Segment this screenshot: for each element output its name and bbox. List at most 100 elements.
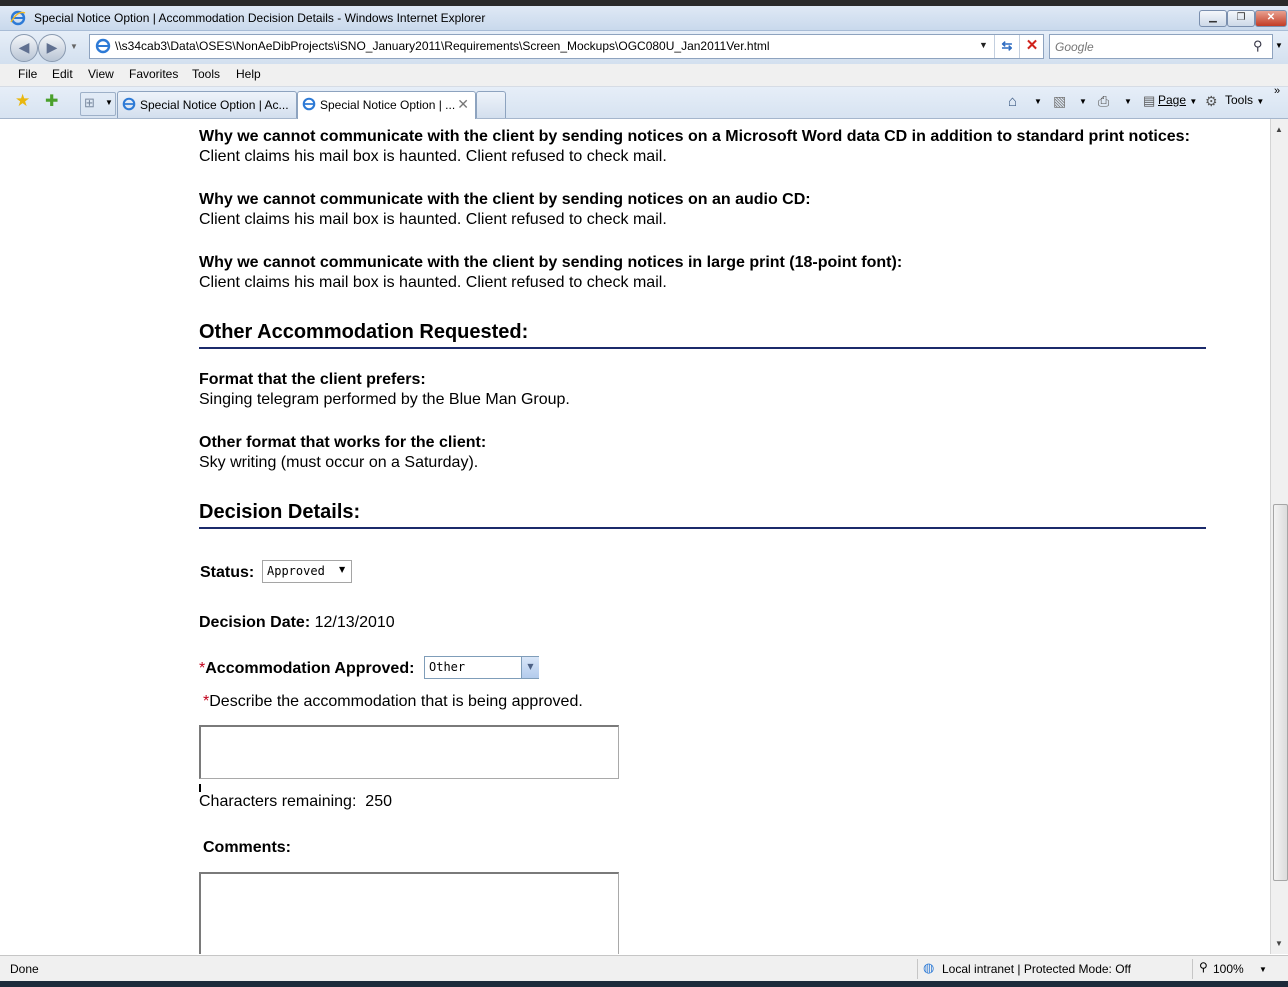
- recent-pages-chevron-icon[interactable]: ▼: [70, 42, 78, 51]
- accommodation-approved-label: Accommodation Approved:: [205, 660, 415, 677]
- ie-logo-icon: [10, 10, 26, 26]
- status-selected-value: Approved: [267, 564, 325, 578]
- section-divider: [199, 527, 1206, 529]
- scrollbar-thumb[interactable]: [1273, 504, 1288, 881]
- status-separator: [917, 959, 918, 979]
- print-icon[interactable]: ⎙: [1098, 93, 1109, 110]
- describe-accommodation-textarea[interactable]: [199, 725, 619, 779]
- favorites-star-icon[interactable]: ★: [15, 91, 30, 111]
- accommodation-approved-row: *Accommodation Approved:: [199, 660, 414, 678]
- stop-icon: ✕: [1025, 37, 1039, 54]
- refresh-icon: ⇆: [1001, 38, 1013, 53]
- vertical-scrollbar[interactable]: ▲ ▼: [1270, 119, 1288, 954]
- decision-date-label: Decision Date:: [199, 614, 311, 631]
- accommodation-approved-value: Other: [429, 660, 466, 674]
- characters-remaining-label: Characters remaining:: [199, 793, 357, 810]
- menu-bar: File Edit View Favorites Tools Help: [0, 64, 1288, 87]
- tools-menu-label: Tools: [1225, 93, 1254, 107]
- menu-favorites[interactable]: Favorites: [129, 67, 178, 81]
- menu-edit[interactable]: Edit: [52, 67, 73, 81]
- home-chevron-icon[interactable]: ▼: [1034, 97, 1042, 106]
- print-chevron-icon[interactable]: ▼: [1124, 97, 1132, 106]
- close-button[interactable]: ✕: [1255, 10, 1287, 27]
- feeds-chevron-icon[interactable]: ▼: [1079, 97, 1087, 106]
- menu-tools[interactable]: Tools: [192, 67, 220, 81]
- forward-button[interactable]: ▶: [38, 34, 66, 62]
- search-input[interactable]: Google ⚲: [1049, 34, 1273, 59]
- tab-accommodation-2[interactable]: Special Notice Option | ... ✕: [297, 91, 476, 119]
- tab-bar: ★ ✚ ⊞ ▼ Special Notice Option | Ac... Sp…: [0, 85, 1288, 119]
- tab-ie-icon: [302, 97, 316, 111]
- home-icon[interactable]: ⌂: [1008, 93, 1017, 110]
- add-favorite-icon[interactable]: ✚: [45, 91, 58, 111]
- security-zone-text: Local intranet | Protected Mode: Off: [942, 962, 1131, 976]
- refresh-button[interactable]: ⇆: [994, 35, 1019, 58]
- title-bar: Special Notice Option | Accommodation De…: [0, 6, 1288, 31]
- reason-large-print-question: Why we cannot communicate with the clien…: [199, 254, 903, 271]
- intranet-globe-icon: ◍: [923, 960, 935, 975]
- page-ie-icon: [95, 38, 111, 54]
- characters-remaining-row: Characters remaining: 250: [199, 793, 392, 811]
- zoom-chevron-icon[interactable]: ▼: [1259, 965, 1267, 974]
- search-options-chevron-icon[interactable]: ▼: [1275, 41, 1283, 50]
- stop-button[interactable]: ✕: [1019, 35, 1044, 58]
- chevron-down-icon: ▼: [339, 565, 346, 574]
- chevron-down-icon: ▼: [521, 657, 539, 678]
- zoom-level[interactable]: 100%: [1213, 962, 1244, 976]
- menu-view[interactable]: View: [88, 67, 114, 81]
- preferred-format-value: Singing telegram performed by the Blue M…: [199, 391, 570, 408]
- back-button[interactable]: ◀: [10, 34, 38, 62]
- decision-date-value: 12/13/2010: [314, 614, 395, 631]
- tab-label: Special Notice Option | ...: [320, 98, 456, 112]
- zoom-icon: ⚲: [1199, 960, 1208, 974]
- quick-tabs-button[interactable]: ⊞ ▼: [80, 92, 116, 116]
- tab-accommodation-1[interactable]: Special Notice Option | Ac...: [117, 91, 297, 118]
- page-content: Why we cannot communicate with the clien…: [0, 119, 1270, 954]
- describe-row: *Describe the accommodation that is bein…: [203, 693, 583, 711]
- quick-tabs-icon: ⊞: [84, 95, 95, 110]
- forward-arrow-icon: ▶: [46, 39, 58, 55]
- close-tab-icon[interactable]: ✕: [457, 96, 469, 113]
- scroll-up-arrow-icon[interactable]: ▲: [1275, 125, 1283, 134]
- address-field[interactable]: \\s34cab3\Data\OSES\NonAeDibProjects\iSN…: [89, 34, 1044, 59]
- accommodation-approved-select[interactable]: Other ▼: [424, 656, 539, 679]
- text-cursor: [199, 784, 201, 792]
- other-format-label: Other format that works for the client:: [199, 434, 487, 451]
- search-placeholder: Google: [1055, 40, 1094, 54]
- scroll-down-arrow-icon[interactable]: ▼: [1275, 939, 1283, 948]
- tab-ie-icon: [122, 97, 136, 111]
- more-commands-chevron-icon[interactable]: »: [1274, 85, 1280, 97]
- comments-label: Comments:: [203, 839, 292, 856]
- status-select[interactable]: Approved ▼: [262, 560, 352, 583]
- comments-textarea[interactable]: [199, 872, 619, 954]
- url-text[interactable]: \\s34cab3\Data\OSES\NonAeDibProjects\iSN…: [115, 39, 770, 53]
- reason-word-cd-answer: Client claims his mail box is haunted. C…: [199, 148, 667, 165]
- page-menu-button[interactable]: Page ▼: [1158, 93, 1197, 107]
- preferred-format-label: Format that the client prefers:: [199, 371, 426, 388]
- status-separator: [1192, 959, 1193, 979]
- decision-date-row: Decision Date: 12/13/2010: [199, 614, 395, 632]
- feeds-icon[interactable]: ▧: [1053, 93, 1066, 110]
- restore-button[interactable]: ❐: [1227, 10, 1255, 27]
- status-bar: Done ◍ Local intranet | Protected Mode: …: [0, 955, 1288, 982]
- tab-list-chevron-icon: ▼: [105, 98, 113, 107]
- address-toolbar: ◀ ▶ ▼ \\s34cab3\Data\OSES\NonAeDibProjec…: [0, 31, 1288, 64]
- search-icon[interactable]: ⚲: [1253, 38, 1263, 54]
- taskbar: [0, 981, 1288, 987]
- address-dropdown-icon[interactable]: ▼: [979, 40, 988, 50]
- page-menu-label: Page: [1158, 93, 1187, 107]
- describe-label: Describe the accommodation that is being…: [209, 693, 583, 710]
- reason-audio-cd-question: Why we cannot communicate with the clien…: [199, 191, 811, 208]
- menu-file[interactable]: File: [18, 67, 37, 81]
- minimize-button[interactable]: ▁: [1199, 10, 1227, 27]
- tools-menu-button[interactable]: Tools ▼: [1225, 93, 1264, 107]
- new-tab-button[interactable]: [476, 91, 506, 118]
- other-accommodation-heading: Other Accommodation Requested:: [199, 321, 529, 343]
- characters-remaining-value: 250: [365, 793, 392, 810]
- menu-help[interactable]: Help: [236, 67, 261, 81]
- gear-icon: ⚙: [1205, 93, 1218, 109]
- window-title: Special Notice Option | Accommodation De…: [34, 11, 486, 25]
- status-label: Status:: [200, 564, 255, 581]
- decision-details-heading: Decision Details:: [199, 501, 361, 523]
- back-arrow-icon: ◀: [18, 39, 30, 55]
